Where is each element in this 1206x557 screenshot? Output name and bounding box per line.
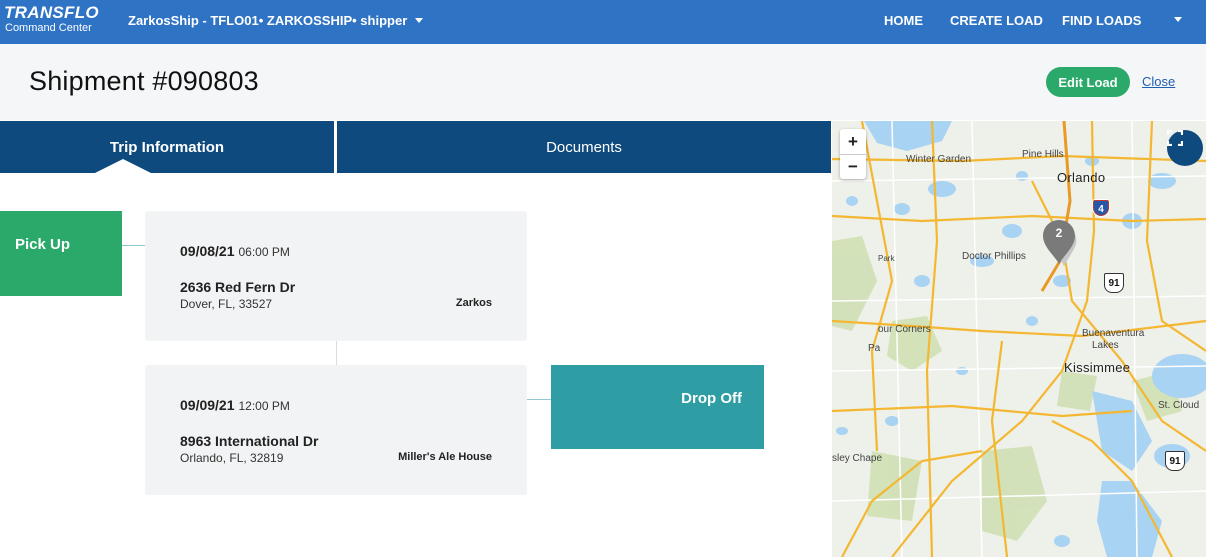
chevron-down-icon — [415, 18, 424, 23]
nav-more-menu[interactable] — [1172, 14, 1184, 28]
route-91-shield-icon-south: 91 — [1165, 451, 1185, 471]
route-map[interactable]: Winter Garden Pine Hills Orlando Doctor … — [832, 121, 1206, 557]
map-label-sley-chape: sley Chape — [832, 453, 883, 464]
pickup-connector — [122, 245, 145, 246]
map-label-four-corners: our Corners — [878, 324, 931, 335]
fullscreen-icon — [1167, 130, 1183, 146]
map-label-orlando: Orlando — [1057, 170, 1106, 185]
nav-home-link[interactable]: HOME — [884, 13, 923, 28]
pickup-datetime: 09/08/21 06:00 PM — [180, 243, 290, 259]
pickup-label: Pick Up — [15, 236, 71, 253]
dropoff-time: 12:00 PM — [238, 399, 290, 413]
account-switcher[interactable]: ZarkosShip - TFLO01• ZARKOSSHIP• shipper — [128, 13, 424, 28]
stop-link-connector — [336, 341, 337, 365]
map-label-winter-garden: Winter Garden — [906, 154, 972, 165]
dropoff-connector — [527, 399, 551, 400]
close-link[interactable]: Close — [1142, 74, 1175, 89]
logo-main-text: TRANSFLO — [4, 3, 99, 22]
stop-cluster-marker[interactable]: 2 — [1040, 218, 1078, 268]
account-label: ZarkosShip - TFLO01• ZARKOSSHIP• shipper — [128, 13, 408, 28]
dropoff-address-line1: 8963 International Dr — [180, 433, 319, 449]
tab-documents[interactable]: Documents — [337, 121, 831, 173]
pickup-address-line1: 2636 Red Fern Dr — [180, 279, 296, 295]
pickup-stop-card[interactable]: 09/08/21 06:00 PM 2636 Red Fern Dr Dover,… — [145, 211, 527, 341]
route-91-number: 91 — [1108, 277, 1120, 289]
zoom-in-button[interactable]: + — [840, 129, 866, 154]
map-label-lakes: Lakes — [1092, 340, 1119, 351]
page-title: Shipment #090803 — [29, 66, 259, 96]
chevron-down-icon — [1174, 17, 1182, 22]
map-label-pa: Pa — [868, 343, 881, 354]
map-label-pine-hills: Pine Hills — [1022, 149, 1064, 160]
dropoff-datetime: 09/09/21 12:00 PM — [180, 397, 290, 413]
dropoff-location-name: Miller's Ale House — [398, 451, 492, 463]
dropoff-date: 09/09/21 — [180, 397, 235, 413]
cluster-count: 2 — [1055, 226, 1063, 240]
pickup-location-name: Zarkos — [455, 297, 492, 309]
pickup-time: 06:00 PM — [238, 245, 290, 259]
dropoff-label: Drop Off — [681, 390, 742, 407]
page-header: Shipment #090803 Edit Load Close — [0, 44, 1206, 120]
dropoff-address-line2: Orlando, FL, 32819 — [180, 451, 284, 465]
map-label-doctor-phillips: Doctor Phillips — [962, 251, 1026, 262]
interstate-4-number: 4 — [1098, 204, 1104, 215]
transflo-logo[interactable]: TRANSFLO Command Center — [4, 3, 100, 35]
map-label-kissimmee: Kissimmee — [1064, 360, 1131, 375]
edit-load-button[interactable]: Edit Load — [1046, 67, 1130, 97]
nav-create-load-link[interactable]: CREATE LOAD — [950, 13, 1043, 28]
route-91-number-south: 91 — [1169, 455, 1181, 467]
pickup-address-line2: Dover, FL, 33527 — [180, 297, 273, 311]
map-zoom-control: + − — [840, 129, 866, 179]
map-label-buenaventura: Buenaventura — [1082, 328, 1145, 339]
active-tab-indicator — [95, 159, 151, 173]
dropoff-stop-card[interactable]: 09/09/21 12:00 PM 8963 International Dr O… — [145, 365, 527, 495]
pickup-label-box: Pick Up — [0, 211, 122, 296]
pickup-date: 09/08/21 — [180, 243, 235, 259]
logo-sub-text: Command Center — [5, 22, 92, 34]
app-root: TRANSFLO Command Center ZarkosShip - TFL… — [0, 0, 1206, 557]
nav-find-loads-link[interactable]: FIND LOADS — [1062, 13, 1141, 28]
tab-trip-information[interactable]: Trip Information — [0, 121, 334, 173]
map-tiles — [832, 121, 1206, 557]
interstate-4-shield-icon: 4 — [1092, 199, 1110, 217]
map-label-park: Park — [878, 254, 895, 263]
route-91-shield-icon: 91 — [1104, 273, 1124, 293]
dropoff-label-box: Drop Off — [551, 365, 764, 449]
zoom-out-button[interactable]: − — [840, 154, 866, 179]
trip-information-panel: Pick Up 09/08/21 06:00 PM 2636 Red Fern D… — [0, 173, 831, 557]
map-label-st-cloud: St. Cloud — [1158, 400, 1200, 411]
top-nav-bar: TRANSFLO Command Center ZarkosShip - TFL… — [0, 0, 1206, 44]
fullscreen-button[interactable] — [1167, 130, 1203, 166]
